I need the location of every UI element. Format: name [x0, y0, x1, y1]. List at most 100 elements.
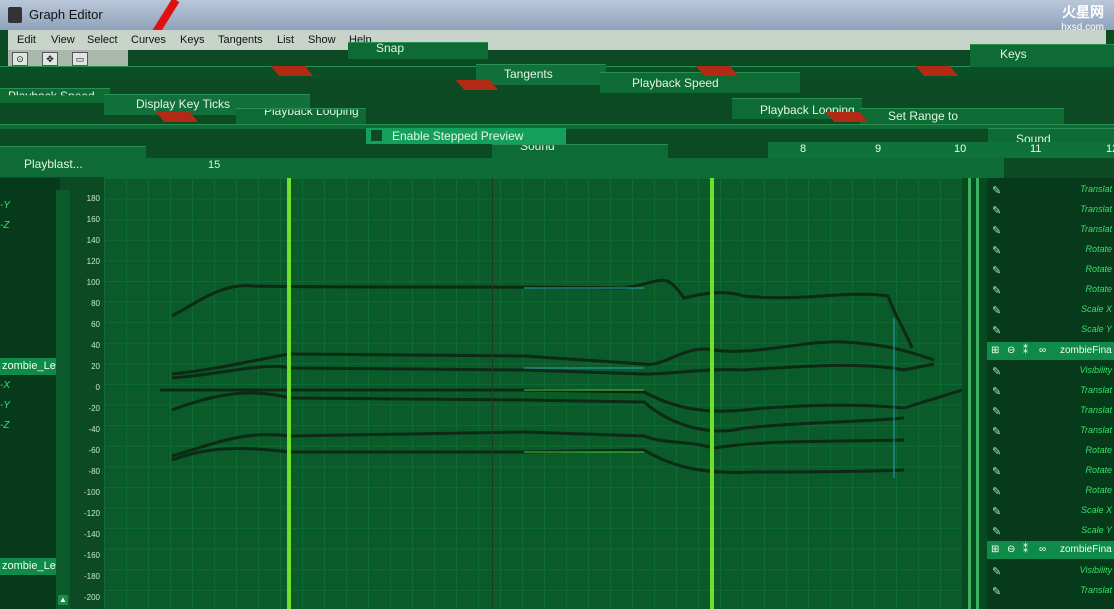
right-outliner[interactable]: ✎ Translat ✎ Translat ✎ Translat ✎ Rotate ✎ R… [987, 178, 1114, 609]
attr-row[interactable]: ✎ Scale Y [987, 320, 1114, 340]
outliner-attr[interactable]: -X [0, 380, 10, 391]
overlay-strip: Keys [970, 44, 1114, 67]
current-time-indicator[interactable] [492, 178, 493, 609]
insert-key-icon[interactable]: ✥ [42, 52, 58, 66]
attr-row[interactable]: ✎ Translat [987, 421, 1114, 441]
outliner-attr[interactable]: -Z [0, 420, 9, 431]
expand-icon[interactable]: ⊞ [991, 345, 999, 356]
ruler-label: 9 [875, 143, 882, 155]
menu-item-playblast[interactable]: Playblast... [24, 157, 83, 171]
menu-edit[interactable]: Edit [17, 34, 36, 46]
toolbar: ⊙ ✥ ▭ [8, 50, 128, 66]
attr-row[interactable]: ✎ Visibility [987, 361, 1114, 381]
attr-row[interactable]: ✎ Translat [987, 581, 1114, 601]
menu-item-keys[interactable]: Keys [1000, 47, 1027, 61]
menu-item-playback-speed-left[interactable]: Playback Speed [8, 89, 95, 95]
wrench-icon: ✎ [992, 325, 1002, 337]
attr-row[interactable]: ✎ Rotate [987, 260, 1114, 280]
y-axis-label: -80 [88, 467, 100, 476]
y-axis-label: -120 [83, 509, 100, 518]
expand-icon[interactable]: ⊞ [991, 544, 999, 555]
tangent-icon: ⁑ [1023, 544, 1028, 555]
checkbox-icon[interactable] [371, 130, 382, 141]
wrench-icon: ✎ [992, 265, 1002, 277]
menu-show[interactable]: Show [308, 34, 336, 46]
menu-item-tangents[interactable]: Tangents [504, 67, 553, 81]
wrench-icon: ✎ [992, 466, 1002, 478]
minus-icon[interactable]: ⊖ [1007, 345, 1015, 356]
tangent-icon: ⁑ [1023, 345, 1028, 356]
scroll-up-icon[interactable]: ▲ [58, 595, 68, 605]
time-ruler[interactable]: 15 [104, 158, 1004, 179]
attr-row[interactable]: ✎ Rotate [987, 461, 1114, 481]
animation-curve [171, 278, 914, 349]
menu-item-display-key-ticks[interactable]: Display Key Ticks [136, 97, 230, 111]
key-marker[interactable] [287, 178, 291, 609]
wrench-icon: ✎ [992, 185, 1002, 197]
menu-item-playback-speed[interactable]: Playback Speed [632, 76, 719, 90]
wrench-icon: ✎ [992, 446, 1002, 458]
y-axis-label: -60 [88, 446, 100, 455]
outliner-node[interactable]: ⊞ ⊖ ⁑ ∞ zombieFina [987, 342, 1114, 360]
menu-tangents[interactable]: Tangents [218, 34, 263, 46]
time-ruler-overlay[interactable]: 8 9 10 11 12 [768, 142, 1114, 158]
wrench-icon: ✎ [992, 305, 1002, 317]
attr-row[interactable]: ✎ Translat [987, 220, 1114, 240]
menu-keys[interactable]: Keys [180, 34, 204, 46]
graph-view[interactable] [104, 178, 964, 609]
key-marker[interactable] [710, 178, 714, 609]
glitch-mark [915, 66, 959, 76]
outliner-attr[interactable]: -Y [0, 200, 10, 211]
attr-row[interactable]: ✎ Translat [987, 200, 1114, 220]
divider-gutter[interactable] [962, 178, 987, 609]
menu-item-set-range-to[interactable]: Set Range to [888, 109, 958, 123]
outliner-scrollbar[interactable]: ▲ [56, 190, 70, 609]
outliner-node[interactable]: zombie_Lef [0, 358, 58, 375]
minus-icon[interactable]: ⊖ [1007, 544, 1015, 555]
attr-row[interactable]: ✎ Translat [987, 180, 1114, 200]
attr-row[interactable]: ✎ Translat [987, 381, 1114, 401]
menu-list[interactable]: List [277, 34, 294, 46]
y-axis-label: 140 [86, 236, 100, 245]
menu-item-snap[interactable]: Snap [376, 41, 404, 55]
region-tool-icon[interactable]: ▭ [72, 52, 88, 66]
outliner-node[interactable]: ⊞ ⊖ ⁑ ∞ zombieFina [987, 541, 1114, 559]
link-icon: ∞ [1039, 345, 1047, 356]
menu-select[interactable]: Select [87, 34, 118, 46]
attr-row[interactable]: ✎ Scale X [987, 300, 1114, 320]
outliner-attr[interactable]: -Y [0, 400, 10, 411]
animation-curve [171, 391, 905, 433]
attr-row[interactable]: ✎ Rotate [987, 441, 1114, 461]
attr-row[interactable]: ✎ Rotate [987, 280, 1114, 300]
menu-view[interactable]: View [51, 34, 75, 46]
wrench-icon: ✎ [992, 225, 1002, 237]
attr-row[interactable]: ✎ Scale X [987, 501, 1114, 521]
wrench-icon: ✎ [992, 205, 1002, 217]
menu-bar: Edit View Select Curves Keys Tangents Li… [8, 30, 1106, 50]
attr-row[interactable]: ✎ Translat [987, 401, 1114, 421]
attr-row[interactable]: ✎ Rotate [987, 481, 1114, 501]
wrench-icon: ✎ [992, 426, 1002, 438]
glitch-mark [455, 80, 499, 90]
glitch-mark [270, 66, 314, 76]
menu-curves[interactable]: Curves [131, 34, 166, 46]
attr-row[interactable]: ✎ Scale Y [987, 521, 1114, 541]
left-outliner[interactable]: -Y -Z zombie_Lef -X -Y -Z zombie_Lef [0, 178, 60, 609]
y-axis-label: 160 [86, 215, 100, 224]
move-tool-icon[interactable]: ⊙ [12, 52, 28, 66]
wrench-icon: ✎ [992, 586, 1002, 598]
window-title: Graph Editor [29, 7, 103, 22]
outliner-attr[interactable]: -Z [0, 220, 9, 231]
y-axis-label: -200 [83, 593, 100, 602]
y-axis-label: -20 [88, 404, 100, 413]
wrench-icon: ✎ [992, 386, 1002, 398]
attr-row[interactable]: ✎ Rotate [987, 240, 1114, 260]
wrench-icon: ✎ [992, 486, 1002, 498]
menu-item-enable-stepped-preview[interactable]: Enable Stepped Preview [366, 128, 566, 144]
attr-row[interactable]: ✎ Visibility [987, 561, 1114, 581]
outliner-node[interactable]: zombie_Lef [0, 558, 58, 575]
overlay-strip: Playback Looping [236, 108, 366, 125]
ruler-label: 8 [800, 143, 807, 155]
watermark-logo: 火星网 hxsd.com [1061, 4, 1104, 33]
y-axis-label: 0 [95, 383, 100, 392]
